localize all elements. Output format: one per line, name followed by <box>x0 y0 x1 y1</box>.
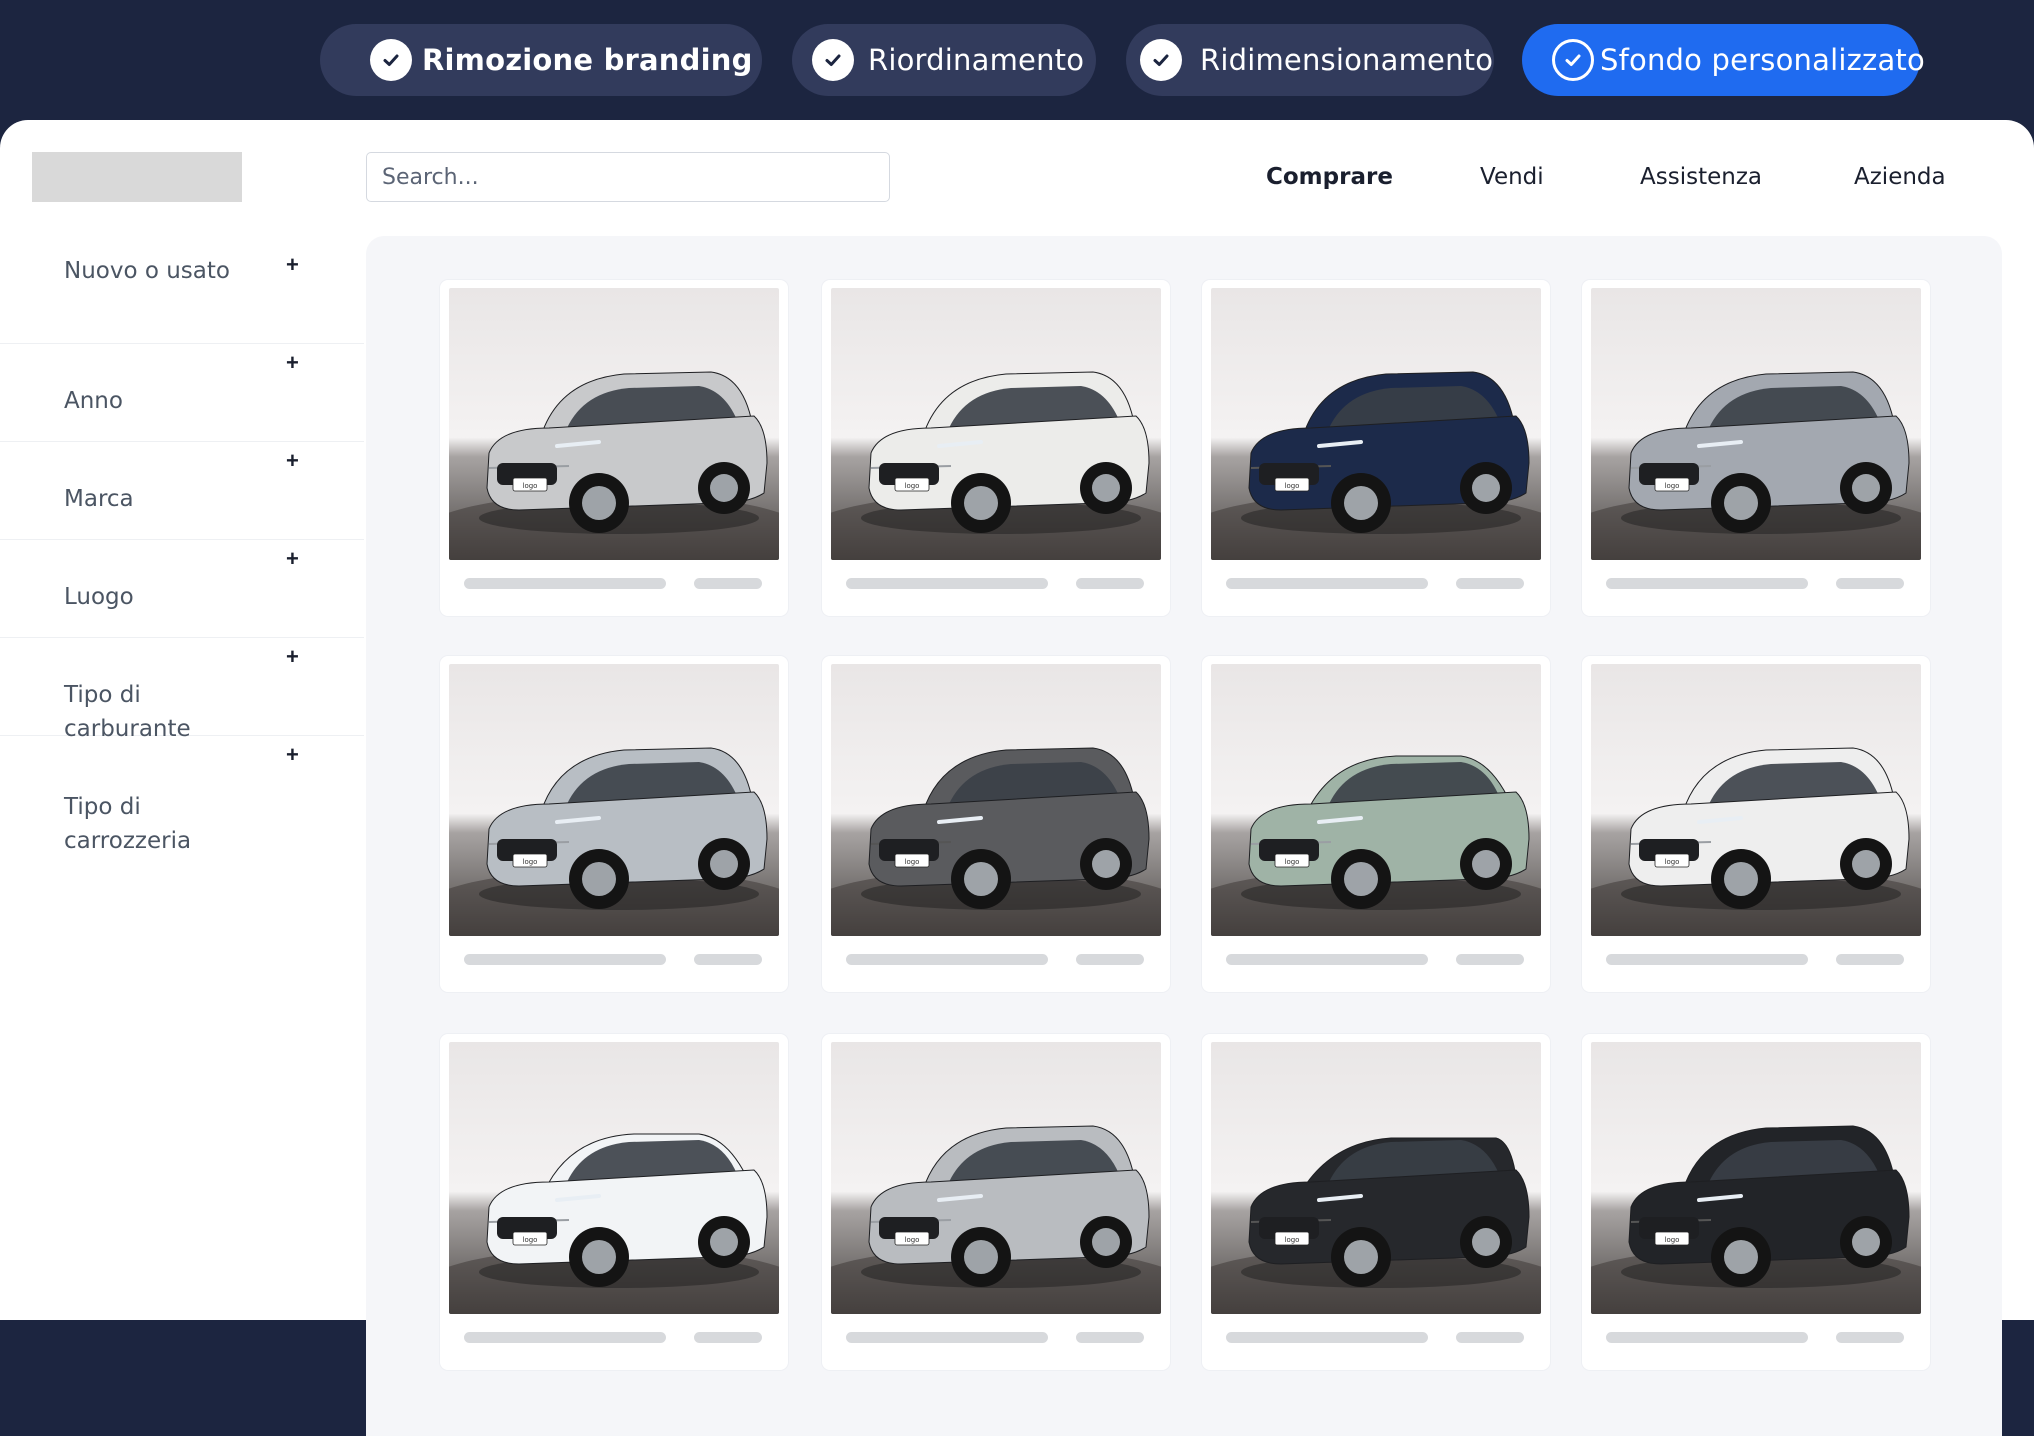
check-icon <box>1140 39 1182 81</box>
pill-sfondo-personalizzato[interactable]: Sfondo personalizzato <box>1522 24 1925 96</box>
title-skeleton <box>846 954 1048 965</box>
filter-luogo[interactable]: Luogo + <box>0 540 364 638</box>
pill-label: Ridimensionamento <box>1200 43 1494 77</box>
car-photo[interactable]: logo <box>831 1042 1161 1314</box>
nav-vendi[interactable]: Vendi <box>1480 164 1544 190</box>
plus-icon[interactable]: + <box>286 350 299 376</box>
vehicle-card[interactable]: logo <box>822 1034 1170 1370</box>
svg-text:logo: logo <box>523 858 538 866</box>
vehicle-card[interactable]: logo <box>1202 280 1550 616</box>
filter-label: Luogo <box>64 584 134 610</box>
svg-text:logo: logo <box>523 482 538 490</box>
nav-comprare[interactable]: Comprare <box>1266 164 1393 190</box>
car-photo[interactable]: logo <box>449 664 779 936</box>
filter-anno[interactable]: Anno + <box>0 344 364 442</box>
svg-text:logo: logo <box>1665 858 1680 866</box>
filter-tipo-di-carrozzeria[interactable]: Tipo di carrozzeria + <box>0 736 364 872</box>
price-skeleton <box>1076 954 1144 965</box>
logo-placeholder <box>32 152 242 202</box>
pill-rimozione-branding[interactable]: Rimozione branding <box>320 24 762 96</box>
vehicle-card[interactable]: logo <box>440 280 788 616</box>
car-photo[interactable]: logo <box>449 288 779 560</box>
car-photo[interactable]: logo <box>1591 664 1921 936</box>
title-skeleton <box>846 578 1048 589</box>
title-skeleton <box>1606 954 1808 965</box>
title-skeleton <box>1226 1332 1428 1343</box>
vehicle-card[interactable]: logo <box>1582 656 1930 992</box>
price-skeleton <box>1836 954 1904 965</box>
title-skeleton <box>464 578 666 589</box>
filter-label: Marca <box>64 486 134 512</box>
vehicle-card[interactable]: logo <box>1582 1034 1930 1370</box>
marketplace-panel: Comprare Vendi Assistenza Azienda Nuovo … <box>0 120 2034 1436</box>
check-circle-icon <box>1552 39 1594 81</box>
pill-label: Sfondo personalizzato <box>1600 43 1925 77</box>
price-skeleton <box>1456 578 1524 589</box>
plus-icon[interactable]: + <box>286 448 299 474</box>
vehicle-card[interactable]: logo <box>1202 656 1550 992</box>
title-skeleton <box>464 1332 666 1343</box>
price-skeleton <box>1076 1332 1144 1343</box>
plus-icon[interactable]: + <box>286 252 299 278</box>
search-input[interactable] <box>366 152 890 202</box>
svg-text:logo: logo <box>523 1236 538 1244</box>
filter-label: Tipo di carrozzeria <box>64 794 192 854</box>
filter-tipo-di-carburante[interactable]: Tipo di carburante + <box>0 638 364 742</box>
title-skeleton <box>464 954 666 965</box>
svg-text:logo: logo <box>1665 1236 1680 1244</box>
car-photo[interactable]: logo <box>449 1042 779 1314</box>
svg-text:logo: logo <box>905 858 920 866</box>
svg-text:logo: logo <box>905 482 920 490</box>
price-skeleton <box>1456 1332 1524 1343</box>
plus-icon[interactable]: + <box>286 742 299 768</box>
filter-label: Nuovo o usato <box>64 258 230 284</box>
filter-nuovo-o-usato[interactable]: Nuovo o usato + <box>0 250 364 344</box>
title-skeleton <box>846 1332 1048 1343</box>
car-photo[interactable]: logo <box>831 664 1161 936</box>
pill-ridimensionamento[interactable]: Ridimensionamento <box>1126 24 1494 96</box>
car-photo[interactable]: logo <box>1591 288 1921 560</box>
price-skeleton <box>1076 578 1144 589</box>
plus-icon[interactable]: + <box>286 644 299 670</box>
svg-text:logo: logo <box>1285 858 1300 866</box>
filter-label: Anno <box>64 388 123 414</box>
nav-assistenza[interactable]: Assistenza <box>1640 164 1762 190</box>
title-skeleton <box>1606 1332 1808 1343</box>
car-photo[interactable]: logo <box>831 288 1161 560</box>
check-icon <box>370 39 412 81</box>
title-skeleton <box>1226 578 1428 589</box>
svg-text:logo: logo <box>1665 482 1680 490</box>
price-skeleton <box>694 954 762 965</box>
plus-icon[interactable]: + <box>286 546 299 572</box>
vehicle-card[interactable]: logo <box>822 280 1170 616</box>
vehicle-grid: logo logo logo logo logo logo logo logo … <box>366 236 2002 1436</box>
price-skeleton <box>1836 1332 1904 1343</box>
vehicle-card[interactable]: logo <box>440 656 788 992</box>
check-icon <box>812 39 854 81</box>
feature-toolbar: Rimozione branding Riordinamento Ridimen… <box>0 0 2034 130</box>
vehicle-card[interactable]: logo <box>440 1034 788 1370</box>
vehicle-card[interactable]: logo <box>1582 280 1930 616</box>
price-skeleton <box>694 1332 762 1343</box>
price-skeleton <box>1836 578 1904 589</box>
price-skeleton <box>1456 954 1524 965</box>
pill-riordinamento[interactable]: Riordinamento <box>792 24 1096 96</box>
svg-text:logo: logo <box>1285 1236 1300 1244</box>
title-skeleton <box>1226 954 1428 965</box>
pill-label: Rimozione branding <box>422 43 753 77</box>
vehicle-card[interactable]: logo <box>822 656 1170 992</box>
pill-label: Riordinamento <box>868 43 1085 77</box>
price-skeleton <box>694 578 762 589</box>
svg-text:logo: logo <box>1285 482 1300 490</box>
title-skeleton <box>1606 578 1808 589</box>
car-photo[interactable]: logo <box>1591 1042 1921 1314</box>
svg-text:logo: logo <box>905 1236 920 1244</box>
car-photo[interactable]: logo <box>1211 288 1541 560</box>
filter-marca[interactable]: Marca + <box>0 442 364 540</box>
vehicle-card[interactable]: logo <box>1202 1034 1550 1370</box>
car-photo[interactable]: logo <box>1211 1042 1541 1314</box>
nav-azienda[interactable]: Azienda <box>1854 164 1946 190</box>
car-photo[interactable]: logo <box>1211 664 1541 936</box>
